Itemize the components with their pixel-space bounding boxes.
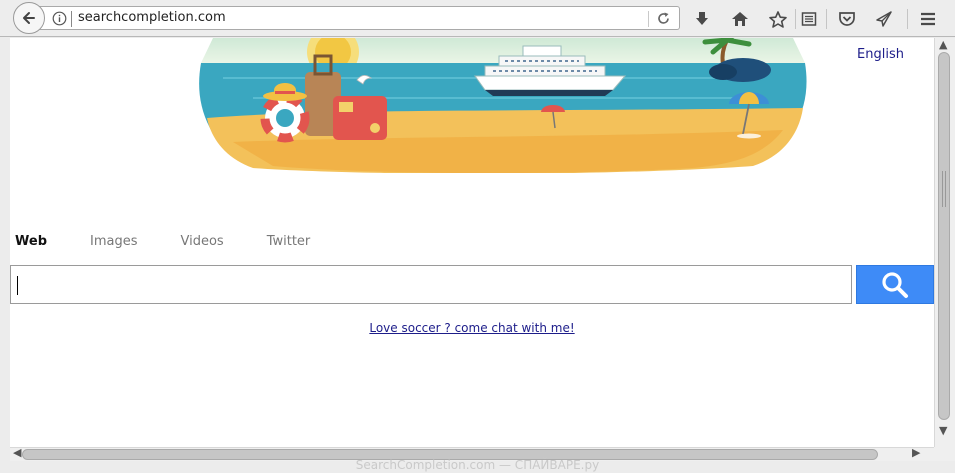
toolbar-separator (826, 9, 827, 29)
toolbar-separator (795, 9, 796, 29)
text-caret (17, 276, 18, 295)
url-separator (71, 11, 72, 27)
tab-videos[interactable]: Videos (181, 234, 224, 249)
browser-toolbar: searchcompletion.com (0, 0, 955, 37)
search-tabs: Web Images Videos Twitter (15, 234, 353, 249)
tab-images[interactable]: Images (90, 234, 138, 249)
pocket-icon[interactable] (837, 9, 857, 29)
download-icon[interactable] (692, 9, 712, 29)
back-button[interactable] (13, 2, 45, 34)
search-icon (882, 271, 908, 298)
vertical-scroll-thumb[interactable] (938, 52, 950, 420)
reload-icon[interactable] (656, 11, 671, 26)
info-icon[interactable] (52, 11, 67, 26)
watermark-text: SearchCompletion.com — СПАЙВАРЕ.ру (355, 458, 600, 472)
tab-twitter[interactable]: Twitter (267, 234, 311, 249)
menu-icon[interactable] (918, 9, 938, 29)
language-link[interactable]: English (857, 47, 904, 62)
home-icon[interactable] (730, 9, 750, 29)
search-input[interactable] (10, 265, 852, 304)
url-text[interactable]: searchcompletion.com (78, 10, 226, 25)
promo-link[interactable]: Love soccer ? come chat with me! (369, 321, 574, 335)
star-icon[interactable] (768, 9, 788, 29)
search-button[interactable] (856, 265, 934, 304)
toolbar-separator (907, 9, 908, 29)
vertical-scrollbar[interactable]: ▲ ▼ (934, 38, 955, 447)
address-bar[interactable]: searchcompletion.com (38, 6, 680, 30)
browser-window: searchcompletion.com English Web Images … (0, 0, 955, 473)
promo-link-container: Love soccer ? come chat with me! (10, 321, 934, 335)
reading-list-icon[interactable] (799, 9, 819, 29)
send-icon[interactable] (874, 9, 894, 29)
scroll-down-arrow-icon[interactable]: ▼ (939, 424, 947, 437)
back-arrow-icon (23, 12, 35, 24)
reload-separator (648, 11, 649, 27)
page-content: English Web Images Videos Twitter Love s… (10, 38, 934, 447)
beach-banner-image (199, 38, 807, 173)
tab-web[interactable]: Web (15, 234, 47, 249)
scroll-up-arrow-icon[interactable]: ▲ (939, 38, 947, 51)
scroll-grip (942, 171, 946, 207)
